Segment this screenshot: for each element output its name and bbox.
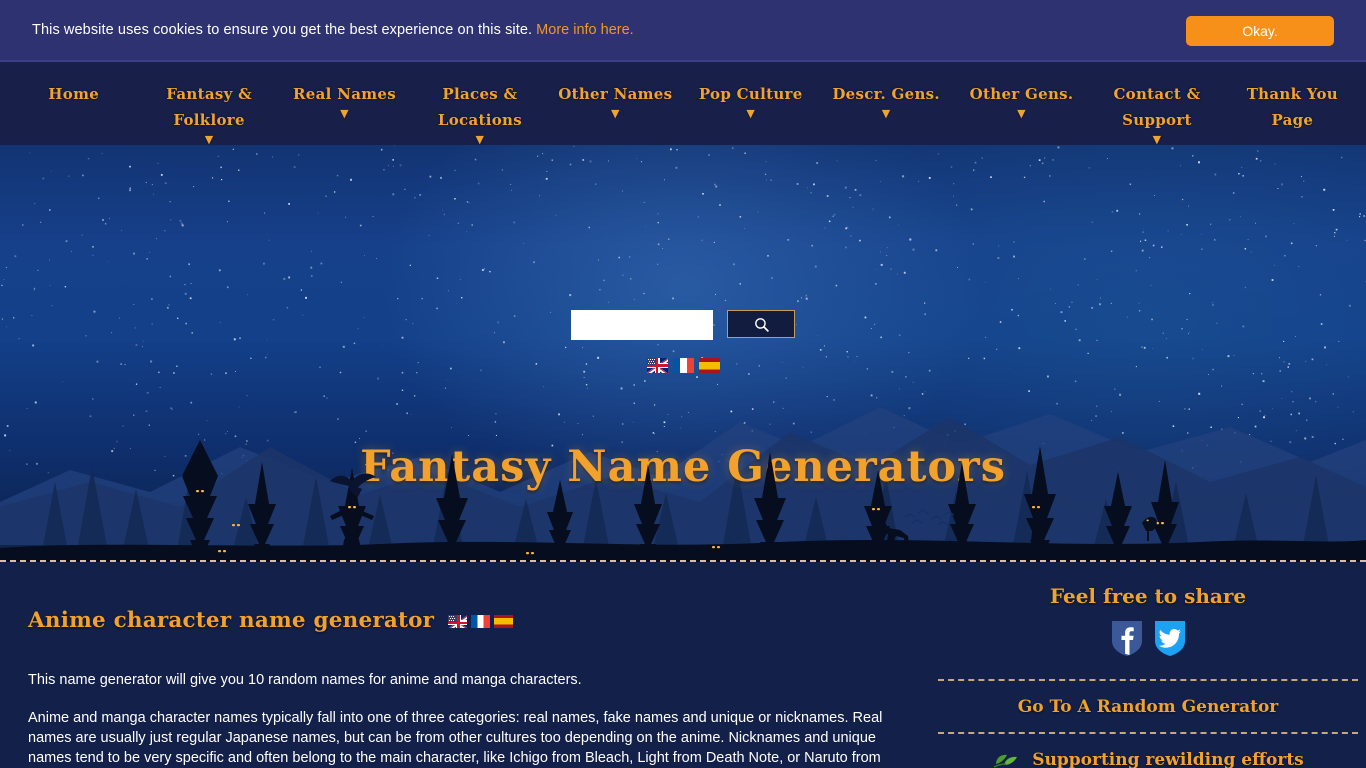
- twitter-icon: [1154, 621, 1185, 656]
- nav-item-label: Descr. Gens.: [832, 85, 940, 103]
- nav-item-descriptive-generators[interactable]: Descr. Gens. ▼: [818, 62, 953, 121]
- page-content: Anime character name generator This name…: [0, 562, 1366, 768]
- generator-title: Anime character name generator: [28, 607, 435, 633]
- flag-uk-icon[interactable]: [448, 615, 468, 629]
- main-navigation: Home Fantasy & Folklore ▼ Real Names ▼ P…: [0, 60, 1366, 147]
- sidebar: Feel free to share Go To A Random Genera…: [930, 562, 1366, 768]
- nav-item-other-names[interactable]: Other Names ▼: [548, 62, 683, 121]
- flag-spain-icon[interactable]: [698, 358, 720, 373]
- intro-paragraph: This name generator will give you 10 ran…: [28, 671, 582, 688]
- hero-bottom-divider: [0, 560, 1366, 562]
- flag-spain-icon[interactable]: [494, 615, 514, 629]
- leaf-icon: [993, 754, 1018, 768]
- chevron-down-icon: ▼: [610, 107, 620, 120]
- flag-france-icon[interactable]: [672, 358, 694, 373]
- main-column: Anime character name generator This name…: [0, 562, 930, 768]
- chevron-down-icon: ▼: [1017, 107, 1026, 120]
- search-input[interactable]: [571, 310, 713, 340]
- nav-item-thank-you-page[interactable]: Thank You Page: [1225, 62, 1360, 133]
- nav-item-label: Contact & Support: [1113, 85, 1201, 129]
- chevron-down-icon: ▼: [881, 107, 891, 120]
- nav-item-real-names[interactable]: Real Names ▼: [277, 62, 412, 121]
- search-icon: [754, 317, 769, 332]
- nav-item-label: Other Gens.: [969, 85, 1074, 103]
- nav-item-places-locations[interactable]: Places & Locations ▼: [412, 62, 547, 147]
- hero-language-selector: [0, 358, 1366, 373]
- nav-item-fantasy-folklore[interactable]: Fantasy & Folklore ▼: [141, 62, 276, 147]
- cookie-consent-bar: This website uses cookies to ensure you …: [0, 0, 1366, 60]
- nav-item-home[interactable]: Home: [6, 62, 141, 107]
- search-button[interactable]: [727, 310, 795, 338]
- chevron-down-icon: ▼: [340, 107, 349, 120]
- chevron-down-icon: ▼: [475, 133, 485, 146]
- random-generator-link[interactable]: Go To A Random Generator: [930, 681, 1366, 732]
- nav-item-label: Pop Culture: [698, 85, 803, 103]
- nav-item-label: Fantasy & Folklore: [166, 85, 252, 129]
- foreground-forest-silhouette: [0, 440, 1366, 562]
- nav-item-label: Thank You Page: [1246, 85, 1339, 129]
- facebook-icon: [1111, 621, 1142, 656]
- generator-header: Anime character name generator: [28, 590, 902, 651]
- chevron-down-icon: ▼: [1152, 133, 1162, 146]
- rewilding-label: Supporting rewilding efforts: [1032, 750, 1304, 768]
- nav-item-other-generators[interactable]: Other Gens. ▼: [954, 62, 1089, 121]
- hero-banner: Fantasy Name Generators: [0, 145, 1366, 562]
- description-paragraph: Anime and manga character names typicall…: [28, 709, 883, 766]
- nav-item-contact-support[interactable]: Contact & Support ▼: [1089, 62, 1224, 147]
- flag-uk-icon[interactable]: [646, 358, 668, 373]
- nav-item-pop-culture[interactable]: Pop Culture ▼: [683, 62, 818, 121]
- rewilding-banner[interactable]: Supporting rewilding efforts: [930, 734, 1366, 768]
- site-search: [0, 310, 1366, 340]
- share-section-title: Feel free to share: [1049, 584, 1247, 608]
- facebook-share-button[interactable]: [1110, 619, 1144, 657]
- flag-france-icon[interactable]: [471, 615, 491, 629]
- cookie-message: This website uses cookies to ensure you …: [32, 22, 533, 38]
- chevron-down-icon: ▼: [746, 107, 756, 120]
- nav-item-label: Real Names: [293, 85, 396, 103]
- twitter-share-button[interactable]: [1153, 619, 1187, 657]
- generator-language-selector: [448, 612, 514, 629]
- cookie-more-info-link[interactable]: More info here.: [536, 22, 634, 38]
- cookie-accept-button[interactable]: Okay.: [1186, 16, 1334, 46]
- nav-item-label: Home: [48, 85, 100, 103]
- chevron-down-icon: ▼: [204, 133, 214, 146]
- nav-item-label: Other Names: [558, 85, 673, 103]
- nav-item-label: Places & Locations: [437, 85, 522, 129]
- share-buttons: [930, 619, 1366, 657]
